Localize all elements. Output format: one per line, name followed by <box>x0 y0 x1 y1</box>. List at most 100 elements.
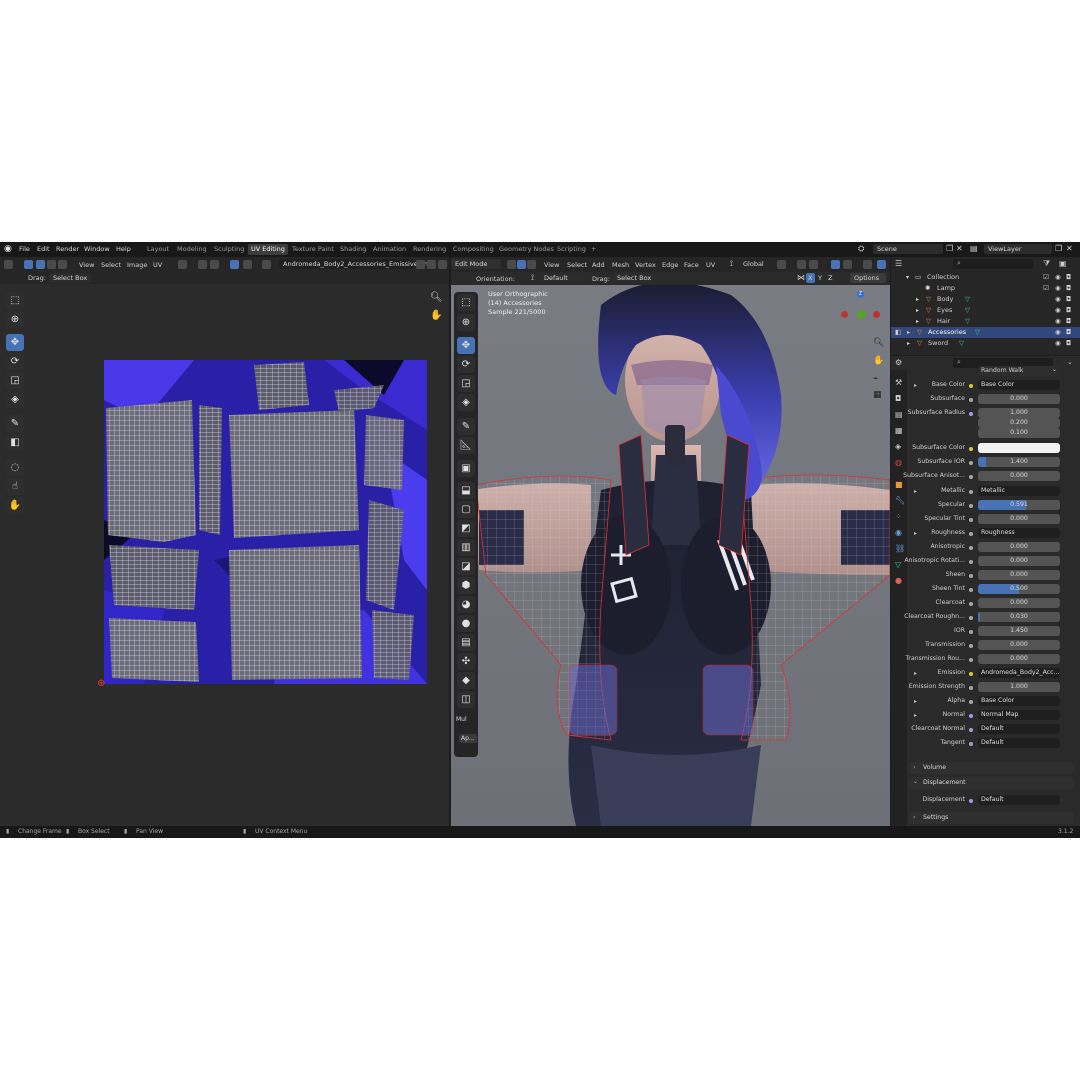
prop-row[interactable]: ▸ Metallic Metallic <box>909 486 1077 498</box>
rotate-tool-icon[interactable]: ⟳ <box>6 353 24 370</box>
gizmo-y-axis[interactable] <box>857 310 866 319</box>
tab-animation[interactable]: Animation <box>370 244 409 255</box>
socket-dot-icon[interactable] <box>969 700 973 704</box>
vp-move-tool-icon[interactable]: ✥ <box>457 337 475 354</box>
prop-row[interactable]: Sheen Tint 0.500 <box>909 584 1077 596</box>
prop-value[interactable]: 0.100 <box>978 428 1060 438</box>
prop-row[interactable]: 0.100 <box>909 428 1077 440</box>
edge-select-icon[interactable] <box>47 260 56 269</box>
visibility-eye-icon[interactable]: ◉ <box>1055 305 1061 316</box>
spin-tool-icon[interactable]: ◕ <box>457 596 475 613</box>
proportional-icon[interactable] <box>230 260 239 269</box>
prop-value[interactable]: Base Color <box>978 380 1060 390</box>
transform-orientation-dropdown[interactable]: Global <box>739 259 773 269</box>
edge-slide-tool-icon[interactable]: ▤ <box>457 634 475 651</box>
new-image-icon[interactable] <box>427 260 436 269</box>
ortho-grid-icon[interactable]: ▦ <box>873 390 882 400</box>
prop-value[interactable]: 1.450 <box>978 626 1060 636</box>
vp-transform-tool-icon[interactable]: ◈ <box>457 394 475 411</box>
outliner-row-eyes[interactable]: ▸ ▽ Eyes ▽ ◉ ◘ <box>891 305 1080 316</box>
prop-row[interactable]: Subsurface Color <box>909 443 1077 455</box>
prop-row[interactable]: ▸ Alpha Base Color <box>909 696 1077 708</box>
add-workspace-button[interactable]: + <box>588 244 599 255</box>
prop-value[interactable]: Default <box>978 795 1060 805</box>
socket-dot-icon[interactable] <box>969 630 973 634</box>
poly-build-tool-icon[interactable]: ⬢ <box>457 577 475 594</box>
pinch-tool-icon[interactable]: ✋ <box>6 497 24 514</box>
prop-value[interactable]: 0.200 <box>978 418 1060 428</box>
scene-field[interactable]: Scene <box>873 244 943 254</box>
prop-row[interactable]: Subsurface Anisot... 0.000 <box>903 471 1077 483</box>
chevron-down-icon[interactable]: ⌄ <box>1067 358 1073 366</box>
inset-tool-icon[interactable]: ▢ <box>457 501 475 518</box>
socket-dot-icon[interactable] <box>969 384 973 388</box>
socket-dot-icon[interactable] <box>969 728 973 732</box>
visibility-eye-icon[interactable]: ◉ <box>1055 272 1061 283</box>
prop-value[interactable]: 0.000 <box>978 514 1060 524</box>
socket-dot-icon[interactable] <box>969 602 973 606</box>
prop-value[interactable]: 0.000 <box>978 471 1060 481</box>
tab-sculpting[interactable]: Sculpting <box>211 244 247 255</box>
unlink-image-icon[interactable] <box>438 260 447 269</box>
mirror-y-toggle[interactable]: Y <box>816 273 825 283</box>
grab-tool-icon[interactable]: ◌ <box>6 459 24 476</box>
falloff-icon[interactable] <box>243 260 252 269</box>
prop-row[interactable]: Specular Tint 0.000 <box>909 514 1077 526</box>
render-camera-icon[interactable]: ◘ <box>1066 316 1071 327</box>
prop-row[interactable]: ▸ Emission Andromeda_Body2_Acc... <box>909 668 1077 680</box>
pivot-icon[interactable] <box>178 260 187 269</box>
checkbox-icon[interactable]: ☑ <box>1043 272 1049 283</box>
socket-dot-icon[interactable] <box>969 518 973 522</box>
socket-dot-icon[interactable] <box>969 742 973 746</box>
prop-value[interactable]: 0.000 <box>978 542 1060 552</box>
visibility-eye-icon[interactable]: ◉ <box>1055 294 1061 305</box>
vertex-select-icon[interactable] <box>36 260 45 269</box>
vp-annotate-tool-icon[interactable]: ✎ <box>457 418 475 435</box>
menu-render[interactable]: Render <box>56 245 79 253</box>
outliner-row-sword[interactable]: ▸ ▽ Sword ▽ ◉ ◘ <box>891 338 1080 349</box>
copy-layer-icon[interactable]: ❐ <box>1055 244 1062 253</box>
cursor-tool-icon[interactable]: ⊕ <box>6 311 24 328</box>
uv-menu-uv[interactable]: UV <box>153 261 162 269</box>
prop-row[interactable]: Clearcoat Roughn... 0.030 <box>904 612 1077 624</box>
render-camera-icon[interactable]: ◘ <box>1066 327 1071 338</box>
panel-settings[interactable]: › Settings <box>909 812 1074 824</box>
vp-menu-edge[interactable]: Edge <box>662 261 678 269</box>
prop-row[interactable]: Clearcoat Normal Default <box>909 724 1077 736</box>
tab-scripting[interactable]: Scripting <box>554 244 589 255</box>
rip-tool-icon[interactable]: ◧ <box>6 434 24 451</box>
vp-measure-tool-icon[interactable]: 📐︎ <box>457 437 475 454</box>
render-camera-icon[interactable]: ◘ <box>1066 294 1071 305</box>
prop-value[interactable]: 1.000 <box>978 682 1060 692</box>
gizmo-z-axis[interactable]: Z <box>857 291 864 298</box>
tab-layout[interactable]: Layout <box>144 244 172 255</box>
mirror-z-toggle[interactable]: Z <box>826 273 835 283</box>
socket-dot-icon[interactable] <box>969 616 973 620</box>
socket-dot-icon[interactable] <box>969 504 973 508</box>
prop-value[interactable]: 0.000 <box>978 556 1060 566</box>
overlay-icon[interactable] <box>863 260 872 269</box>
relax-tool-icon[interactable]: ☝ <box>6 478 24 495</box>
prop-row[interactable]: Sheen 0.000 <box>909 570 1077 582</box>
prop-value[interactable]: Default <box>978 724 1060 734</box>
vp-drag-dropdown[interactable]: Select Box <box>613 273 653 283</box>
prop-value[interactable]: 0.000 <box>978 394 1060 404</box>
panel-volume[interactable]: › Volume <box>909 762 1074 774</box>
zoom-icon[interactable]: 🔍︎ <box>430 292 443 303</box>
tab-modeling[interactable]: Modeling <box>174 244 210 255</box>
vertex-mode-icon[interactable] <box>507 260 516 269</box>
menu-help[interactable]: Help <box>116 245 131 253</box>
socket-dot-icon[interactable] <box>969 560 973 564</box>
uv-sync-icon[interactable] <box>198 260 207 269</box>
prop-row[interactable]: ▸ Base Color Base Color <box>909 380 1077 392</box>
last-operator-panel[interactable]: Mul <box>456 716 467 723</box>
prop-row[interactable]: Specular 0.591 <box>909 500 1077 512</box>
visibility-eye-icon[interactable]: ◉ <box>1055 316 1061 327</box>
proportional-edit-icon[interactable] <box>831 260 840 269</box>
orientation-dropdown[interactable]: Default <box>540 273 584 283</box>
vp-menu-select[interactable]: Select <box>567 261 587 269</box>
last-operator-apply[interactable]: Ap... <box>459 734 477 743</box>
blender-logo-icon[interactable]: ◉ <box>4 244 12 254</box>
fake-user-icon[interactable] <box>416 260 425 269</box>
prop-row[interactable]: Emission Strength 1.000 <box>909 682 1077 694</box>
